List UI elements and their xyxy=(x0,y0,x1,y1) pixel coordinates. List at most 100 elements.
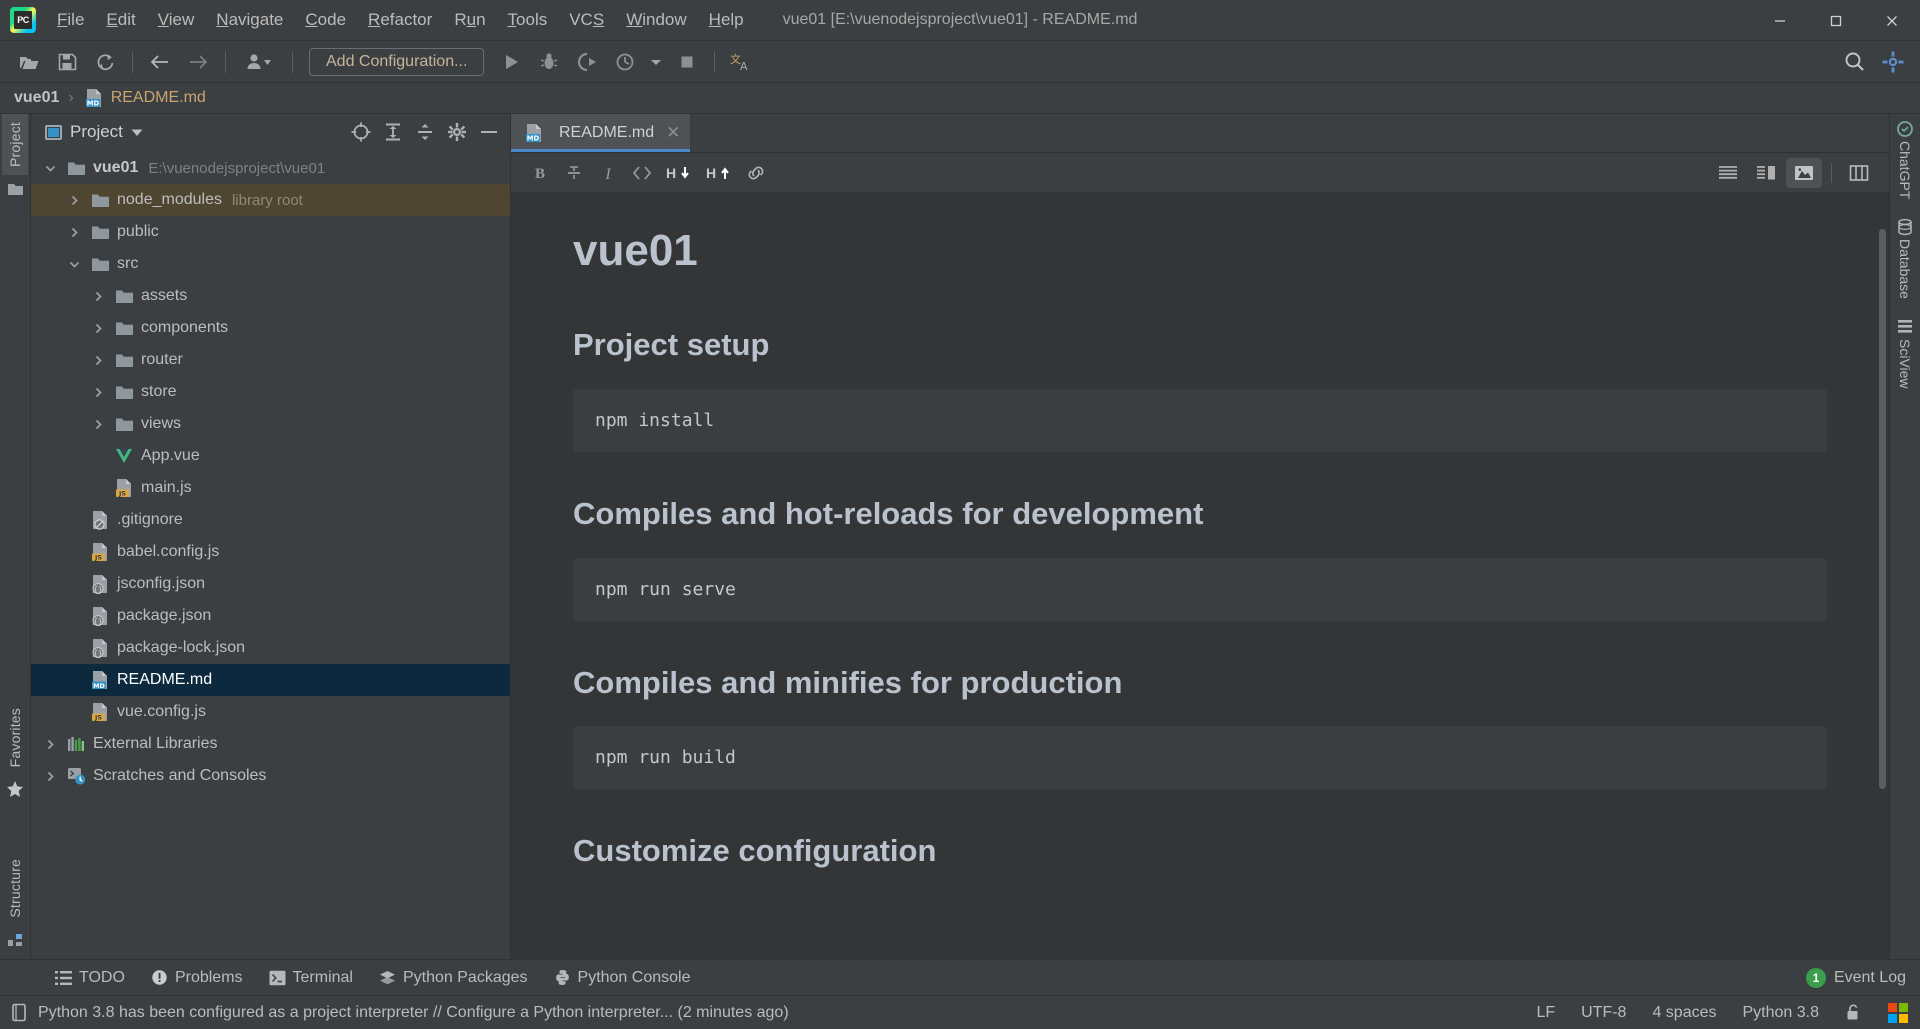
chevron-right-icon[interactable] xyxy=(93,419,113,430)
close-button[interactable] xyxy=(1864,0,1920,41)
markdown-preview[interactable]: vue01 Project setup npm install Compiles an… xyxy=(511,193,1889,959)
menu-view[interactable]: View xyxy=(147,6,206,34)
tree-row-assets[interactable]: assets xyxy=(31,280,510,312)
preview-scrollbar[interactable] xyxy=(1879,229,1886,789)
debug-icon[interactable] xyxy=(532,47,566,77)
menu-window[interactable]: Window xyxy=(615,6,697,34)
run-icon[interactable] xyxy=(494,47,528,77)
tree-row-router[interactable]: router xyxy=(31,344,510,376)
tree-row-vue-config-js[interactable]: JS vue.config.js xyxy=(31,696,510,728)
expand-all-icon[interactable] xyxy=(378,118,408,146)
rail-item-database[interactable]: Database xyxy=(1896,218,1914,302)
chevron-down-icon[interactable] xyxy=(646,47,666,77)
rail-tab-project[interactable]: Project xyxy=(2,114,28,175)
tool-window-todo[interactable]: TODO xyxy=(42,965,138,991)
indent-indicator[interactable]: 4 spaces xyxy=(1652,1004,1716,1022)
settings-gear-icon[interactable] xyxy=(1876,47,1910,77)
gear-icon[interactable] xyxy=(442,118,472,146)
chevron-right-icon[interactable] xyxy=(93,323,113,334)
tool-window-terminal[interactable]: Terminal xyxy=(256,965,366,991)
translate-icon[interactable]: 文A xyxy=(725,47,759,77)
tree-row-node-modules[interactable]: node_modules library root xyxy=(31,184,510,216)
notification-icon[interactable] xyxy=(10,1003,28,1022)
event-log-group[interactable]: 1 Event Log xyxy=(1805,967,1920,988)
rail-item-chatgpt[interactable]: ChatGPT xyxy=(1896,120,1914,202)
status-message[interactable]: Python 3.8 has been configured as a proj… xyxy=(38,1004,789,1022)
tree-row-readme-md[interactable]: MD README.md xyxy=(31,664,510,696)
tree-row-package-json[interactable]: {} package.json xyxy=(31,600,510,632)
minimize-button[interactable] xyxy=(1752,0,1808,41)
collapse-all-icon[interactable] xyxy=(410,118,440,146)
menu-vcs[interactable]: VCS xyxy=(558,6,615,34)
chevron-down-icon[interactable] xyxy=(131,128,143,137)
tree-row-babel-config-js[interactable]: JS babel.config.js xyxy=(31,536,510,568)
open-folder-icon[interactable] xyxy=(12,47,46,77)
chevron-right-icon[interactable] xyxy=(93,355,113,366)
add-configuration-button[interactable]: Add Configuration... xyxy=(309,47,485,76)
project-tree[interactable]: vue01 E:\vuenodejsproject\vue01 node_modul… xyxy=(31,150,510,959)
split-layout-view-button[interactable] xyxy=(1841,158,1877,188)
menu-navigate[interactable]: Navigate xyxy=(205,6,294,34)
back-arrow-icon[interactable] xyxy=(143,47,177,77)
chevron-right-icon[interactable] xyxy=(93,387,113,398)
breadcrumb-file[interactable]: README.md xyxy=(111,89,206,107)
tree-row-app-vue[interactable]: App.vue xyxy=(31,440,510,472)
tree-row-main-js[interactable]: JS main.js xyxy=(31,472,510,504)
tree-row-vue01[interactable]: vue01 E:\vuenodejsproject\vue01 xyxy=(31,152,510,184)
menu-edit[interactable]: Edit xyxy=(95,6,146,34)
menu-run[interactable]: Run xyxy=(443,6,496,34)
editor-only-view-button[interactable] xyxy=(1710,158,1746,188)
preview-only-view-button[interactable] xyxy=(1786,157,1822,188)
chevron-down-icon[interactable] xyxy=(45,163,65,174)
hide-panel-icon[interactable] xyxy=(474,118,504,146)
close-icon[interactable]: ✕ xyxy=(666,123,680,143)
chevron-right-icon[interactable] xyxy=(69,227,89,238)
maximize-button[interactable] xyxy=(1808,0,1864,41)
profile-icon[interactable] xyxy=(608,47,642,77)
tree-row-public[interactable]: public xyxy=(31,216,510,248)
line-separator-indicator[interactable]: LF xyxy=(1536,1004,1555,1022)
editor-and-preview-view-button[interactable] xyxy=(1748,158,1784,188)
tool-window-python-console[interactable]: Python Console xyxy=(541,965,704,991)
star-icon[interactable] xyxy=(6,780,24,798)
tree-row-views[interactable]: views xyxy=(31,408,510,440)
tree-row-src[interactable]: src xyxy=(31,248,510,280)
menu-file[interactable]: File xyxy=(46,6,95,34)
editor-tab-readme[interactable]: MD README.md ✕ xyxy=(511,114,691,152)
italic-button[interactable]: I xyxy=(591,158,625,188)
project-panel-title-group[interactable]: Project xyxy=(45,122,143,142)
menu-help[interactable]: Help xyxy=(698,6,755,34)
breadcrumb-root[interactable]: vue01 xyxy=(14,89,59,107)
run-with-coverage-icon[interactable] xyxy=(570,47,604,77)
crosshair-icon[interactable] xyxy=(346,118,376,146)
unlocked-icon[interactable] xyxy=(1845,1003,1862,1022)
chevron-right-icon[interactable] xyxy=(69,195,89,206)
search-everywhere-icon[interactable] xyxy=(1838,47,1872,77)
code-button[interactable] xyxy=(625,158,659,188)
stop-icon[interactable] xyxy=(670,47,704,77)
strikethrough-button[interactable] xyxy=(557,158,591,188)
tree-row-components[interactable]: components xyxy=(31,312,510,344)
encoding-indicator[interactable]: UTF-8 xyxy=(1581,1004,1626,1022)
chevron-right-icon[interactable] xyxy=(45,771,65,782)
structure-icon[interactable] xyxy=(7,931,24,948)
rail-tab-structure[interactable]: Structure xyxy=(2,851,28,926)
chevron-right-icon[interactable] xyxy=(93,291,113,302)
rail-tab-favorites[interactable]: Favorites xyxy=(2,700,28,775)
menu-refactor[interactable]: Refactor xyxy=(357,6,443,34)
menu-code[interactable]: Code xyxy=(294,6,357,34)
synchronize-icon[interactable] xyxy=(88,47,122,77)
header-up-button[interactable]: H xyxy=(699,158,739,188)
header-down-button[interactable]: H xyxy=(659,158,699,188)
bold-button[interactable]: B xyxy=(523,158,557,188)
interpreter-indicator[interactable]: Python 3.8 xyxy=(1743,1004,1820,1022)
bookmarks-icon[interactable] xyxy=(7,180,24,197)
rail-item-sciview[interactable]: SciView xyxy=(1896,318,1914,392)
windows-icon[interactable] xyxy=(1888,1002,1908,1023)
tree-row-scratches-and-consoles[interactable]: Scratches and Consoles xyxy=(31,760,510,792)
save-all-icon[interactable] xyxy=(50,47,84,77)
link-button[interactable] xyxy=(739,158,773,188)
tree-row-jsconfig-json[interactable]: {} jsconfig.json xyxy=(31,568,510,600)
tool-window-problems[interactable]: Problems xyxy=(138,965,256,991)
tree-row-package-lock-json[interactable]: {} package-lock.json xyxy=(31,632,510,664)
